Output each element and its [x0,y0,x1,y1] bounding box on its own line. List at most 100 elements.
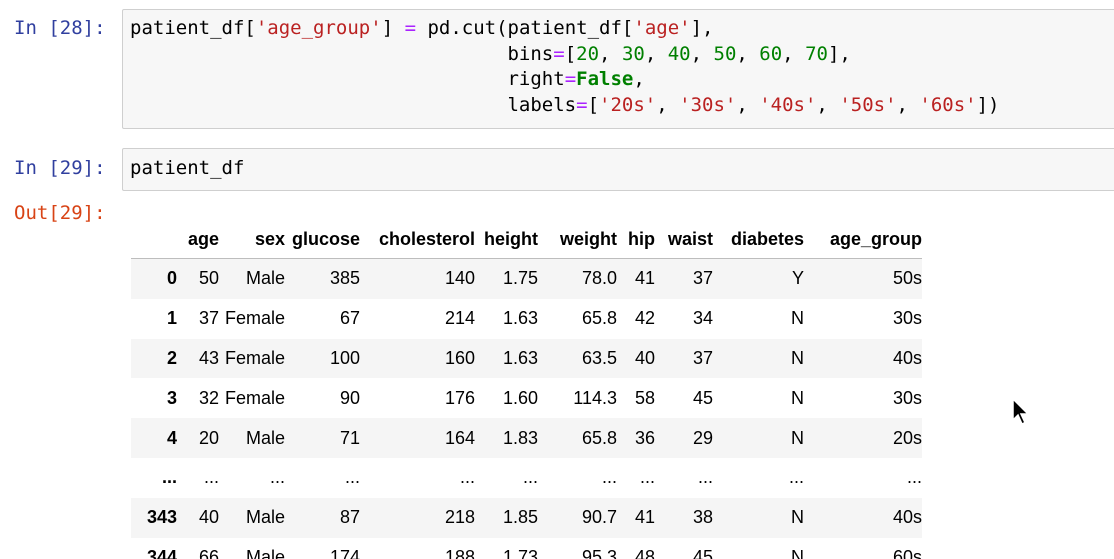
table-cell: ... [459,467,475,488]
table-cell: 37 [692,268,713,289]
table-row: 344 66 Male 174 188 1.73 95.3 48 45 N 60s [131,538,922,559]
code-token: '20s' [599,93,657,116]
input-prompt-29: In [29]: [14,157,106,179]
column-header: weight [538,220,617,259]
table-cell: 160 [444,347,475,368]
code-token: patient_df[ [130,17,256,39]
table-cell: 78.0 [581,268,617,289]
table-cell: 1.85 [502,507,538,528]
table-cell: Y [791,268,804,289]
table-cell: 38 [692,507,713,528]
table-cell: 174 [329,546,360,559]
table-cell: 32 [198,387,219,408]
table-cell: 48 [634,546,655,559]
code-token: , [816,93,840,116]
table-row: 2 43 Female 100 160 1.63 63.5 40 37 N 40s [131,338,922,379]
column-header [131,220,177,259]
code-token: right [130,68,565,90]
table-cell: 188 [444,546,475,559]
table-cell: 66 [198,546,219,559]
column-header: hip [617,220,655,259]
table-cell: 90 [339,387,360,408]
code-token: 20 [576,42,600,65]
code-token: = [404,17,417,39]
row-index: 1 [166,308,177,329]
dataframe-header: age sex glucose cholesterol height weight hip w… [131,220,922,259]
table-cell: 164 [444,427,475,448]
code-token: 40 [667,42,691,65]
table-row: 343 40 Male 87 218 1.85 90.7 41 38 N 40s [131,497,922,538]
table-cell: 100 [329,347,360,368]
code-editor-28[interactable]: patient_df['age_group'] = pd.cut(patient… [130,16,1000,118]
code-token: , [782,42,806,65]
code-line: patient_df [130,156,244,182]
mouse-pointer-icon [1012,397,1030,431]
code-token: , [656,93,680,116]
table-cell: 37 [692,347,713,368]
table-cell: ... [522,467,538,488]
code-token: ] [381,17,405,39]
code-token: '50s' [839,93,897,116]
table-cell: Male [245,268,285,289]
table-cell: 385 [329,268,360,289]
code-line: labels=['20s', '30s', '40s', '50s', '60s… [130,93,1000,119]
code-token: 60 [759,42,783,65]
table-row: ................................. [131,458,922,498]
dataframe-table: age sex glucose cholesterol height weight hip w… [131,220,922,559]
table-cell: 36 [634,427,655,448]
input-prompt-28: In [28]: [14,17,106,39]
code-token: False [576,68,634,90]
table-cell: 1.83 [502,427,538,448]
table-cell: 41 [634,268,655,289]
code-token: , [736,42,760,65]
code-line: bins=[20, 30, 40, 50, 60, 70], [130,42,1000,68]
table-cell: 20 [198,427,219,448]
table-cell: 30s [892,387,922,408]
code-token: ]) [976,93,1000,116]
table-cell: Female [224,347,285,368]
row-index: 343 [146,507,177,528]
code-token: '30s' [679,93,737,116]
code-editor-29[interactable]: patient_df [130,156,244,182]
column-header: cholesterol [360,220,475,259]
table-cell: 42 [634,308,655,329]
code-token: 'age_group' [255,17,382,39]
table-cell: 43 [198,347,219,368]
row-index: 2 [166,347,177,368]
code-token: patient_df [130,157,245,179]
table-cell: 1.63 [502,308,538,329]
code-token: = [553,42,565,65]
table-cell: ... [269,467,285,488]
table-cell: 63.5 [581,347,617,368]
table-cell: 34 [692,308,713,329]
table-cell: ... [788,467,804,488]
table-cell: 65.8 [581,308,617,329]
code-cell-28[interactable]: patient_df['age_group'] = pd.cut(patient… [122,9,1114,129]
dataframe-body: 0 50 Male 385 140 1.75 78.0 41 37 Y 50s 1 37 Female 67… [131,258,922,559]
table-cell: 140 [444,268,475,289]
table-cell: 1.75 [502,268,538,289]
code-token: bins [130,42,554,65]
table-cell: 71 [339,427,360,448]
code-token: , [896,93,920,116]
output-prompt-29: Out[29]: [14,202,106,224]
table-cell: 37 [198,308,219,329]
code-cell-29[interactable]: patient_df [122,148,1114,191]
row-index: 4 [166,427,177,448]
row-index: 0 [166,268,177,289]
table-cell: ... [601,467,617,488]
row-index: 3 [166,387,177,408]
table-cell: 40s [892,347,922,368]
table-cell: Female [224,387,285,408]
code-token: '60s' [919,93,977,116]
code-token: = [576,93,588,116]
code-token: pd.cut(patient_df[ [416,17,634,39]
code-token: [ [564,42,577,65]
code-token: 'age' [633,17,691,39]
table-cell: 30s [892,308,922,329]
table-cell: N [791,387,804,408]
table-cell: ... [203,467,219,488]
table-cell: 95.3 [581,546,617,559]
code-token: ], [827,42,851,65]
table-cell: 1.63 [502,347,538,368]
